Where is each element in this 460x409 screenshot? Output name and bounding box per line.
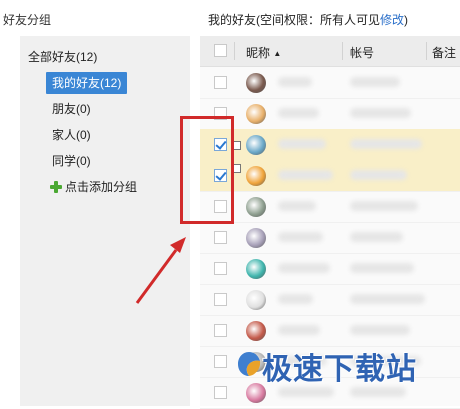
watermark-logo-icon (238, 352, 261, 376)
watermark: 极速下载站 (262, 352, 417, 387)
